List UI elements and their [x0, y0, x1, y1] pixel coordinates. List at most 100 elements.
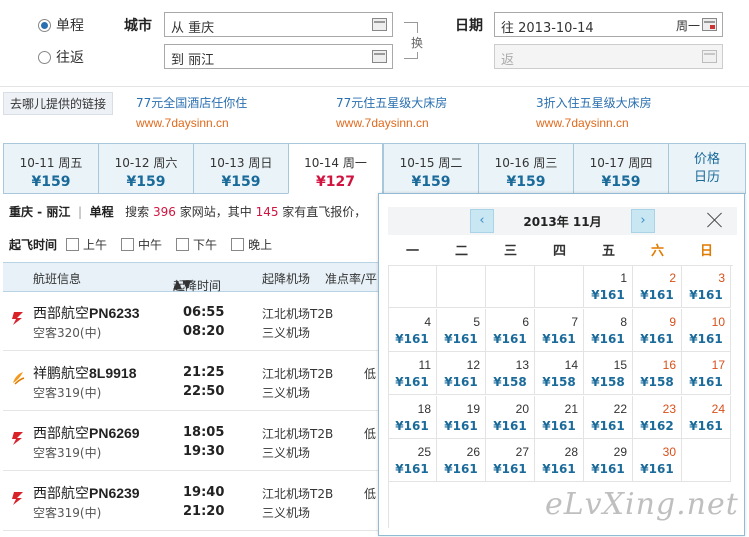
summary-text-1: 搜索	[125, 205, 150, 219]
calendar-day[interactable]: 12 ¥161	[437, 352, 486, 396]
city-list-icon[interactable]	[372, 18, 387, 31]
date-tab[interactable]: 10-12 周六 ¥159	[98, 143, 193, 194]
checkbox[interactable]	[176, 238, 190, 251]
swap-button[interactable]: 换	[410, 33, 425, 52]
day-number: 8	[620, 314, 627, 329]
day-number: 4	[424, 314, 431, 329]
calendar-day[interactable]: 13 ¥158	[486, 352, 535, 396]
to-city-input[interactable]: 到 丽江	[164, 44, 393, 69]
roundtrip-radio[interactable]	[38, 50, 51, 64]
day-number: 2	[669, 271, 676, 285]
calendar-icon[interactable]	[702, 50, 717, 63]
day-number: 18	[417, 401, 431, 416]
calendar-day[interactable]: 30 ¥161	[633, 439, 682, 483]
close-icon[interactable]	[707, 212, 723, 228]
calendar-day[interactable]: 5 ¥161	[437, 308, 486, 352]
direct-count: 145	[255, 205, 279, 219]
date-tab[interactable]: 10-15 周二 ¥159	[383, 143, 478, 194]
calendar-day[interactable]: 1 ¥161	[584, 265, 633, 308]
calendar-day[interactable]: 16 ¥158	[633, 352, 682, 396]
tab-date: 10-17 周四	[589, 156, 653, 170]
from-city-input[interactable]: 从 重庆	[164, 12, 393, 37]
depart-time: 19:40	[183, 485, 225, 500]
price-calendar-tab[interactable]: 价格 日历	[668, 143, 746, 194]
next-month-button[interactable]: ›	[631, 209, 655, 233]
return-date-input[interactable]: 返	[494, 44, 723, 69]
checkbox[interactable]	[231, 238, 245, 251]
day-number: 10	[711, 314, 725, 329]
flight-name[interactable]: 西部航空PN6269	[33, 423, 140, 443]
checkbox[interactable]	[66, 238, 80, 251]
tab-price: ¥159	[221, 174, 261, 190]
filter-noon[interactable]: 中午	[121, 236, 162, 253]
ad-link-2[interactable]: 77元住五星级大床房 www.7daysinn.cn	[336, 94, 447, 130]
day-price: ¥161	[640, 331, 674, 346]
depart-date-input[interactable]: 往 2013-10-14 周一	[494, 12, 723, 37]
city-list-icon[interactable]	[372, 50, 387, 63]
day-price: ¥162	[640, 418, 674, 433]
calendar-day[interactable]: 4 ¥161	[388, 308, 437, 352]
flight-name[interactable]: 祥鹏航空8L9918	[33, 363, 136, 383]
roundtrip-option[interactable]: 往返	[38, 47, 84, 67]
day-price: ¥158	[591, 375, 625, 390]
date-tab[interactable]: 10-13 周日 ¥159	[193, 143, 288, 194]
filter-evening[interactable]: 晚上	[231, 236, 272, 253]
calendar-icon[interactable]	[702, 18, 717, 31]
arrive-time: 08:20	[183, 324, 225, 339]
flight-name[interactable]: 西部航空PN6233	[33, 303, 140, 323]
calendar-day[interactable]: 20 ¥161	[486, 395, 535, 439]
calendar-day[interactable]: 10 ¥161	[682, 308, 731, 352]
oneway-label: 单程	[56, 18, 84, 34]
date-tab[interactable]: 10-11 周五 ¥159	[3, 143, 98, 194]
col-ontime-rate[interactable]: 准点率/平	[325, 270, 377, 287]
calendar-day[interactable]: 3 ¥161	[682, 265, 731, 308]
calendar-day[interactable]: 17 ¥161	[682, 352, 731, 396]
day-number: 17	[711, 358, 725, 373]
flight-name[interactable]: 西部航空PN6239	[33, 483, 140, 503]
flight-row[interactable]: 祥鹏航空8L9918 空客319(中) 21:25 22:50 江北机场T2B …	[3, 352, 383, 411]
calendar-day[interactable]: 19 ¥161	[437, 395, 486, 439]
calendar-day[interactable]: 21 ¥161	[535, 395, 584, 439]
flight-row[interactable]: 西部航空PN6239 空客319(中) 19:40 21:20 江北机场T2B …	[3, 472, 383, 531]
to-city-value: 到 丽江	[171, 53, 215, 68]
tab-price: ¥159	[31, 174, 71, 190]
date-tab[interactable]: 10-16 周三 ¥159	[478, 143, 573, 194]
oneway-radio[interactable]	[38, 18, 51, 32]
calendar-day[interactable]: 24 ¥161	[682, 395, 731, 439]
checkbox[interactable]	[121, 238, 135, 251]
weekday-header: 六	[650, 244, 664, 259]
calendar-day[interactable]: 27 ¥161	[486, 439, 535, 483]
calendar-day[interactable]: 28 ¥161	[535, 439, 584, 483]
calendar-day[interactable]: 18 ¥161	[388, 395, 437, 439]
calendar-day[interactable]: 11 ¥161	[388, 352, 437, 396]
oneway-option[interactable]: 单程	[38, 15, 84, 35]
calendar-day[interactable]: 15 ¥158	[584, 352, 633, 396]
calendar-day[interactable]: 29 ¥161	[584, 439, 633, 483]
flight-row[interactable]: 西部航空PN6233 空客320(中) 06:55 08:20 江北机场T2B …	[3, 292, 383, 351]
row-extra: 低	[364, 427, 377, 441]
calendar-day[interactable]: 2 ¥161	[633, 265, 682, 308]
date-tab-selected[interactable]: 10-14 周一 ¥127	[288, 143, 383, 194]
date-tab[interactable]: 10-17 周四 ¥159	[573, 143, 668, 194]
day-price: ¥161	[542, 418, 576, 433]
flight-code: 8L9918	[89, 365, 137, 381]
west-air-logo-icon	[12, 312, 23, 325]
day-price: ¥161	[542, 462, 576, 477]
filter-morning[interactable]: 上午	[66, 236, 107, 253]
calendar-day[interactable]: 14 ¥158	[535, 352, 584, 396]
tab-date: 10-13 周日	[209, 156, 273, 170]
filter-afternoon[interactable]: 下午	[176, 236, 217, 253]
ad-link-3[interactable]: 3折入住五星级大床房 www.7daysinn.cn	[536, 94, 652, 130]
calendar-day[interactable]: 23 ¥162	[633, 395, 682, 439]
calendar-day[interactable]: 26 ¥161	[437, 439, 486, 483]
calendar-day[interactable]: 8 ¥161	[584, 308, 633, 352]
calendar-day[interactable]: 22 ¥161	[584, 395, 633, 439]
calendar-day[interactable]: 25 ¥161	[388, 439, 437, 483]
day-number: 23	[662, 401, 676, 416]
flight-row[interactable]: 西部航空PN6269 空客319(中) 18:05 19:30 江北机场T2B …	[3, 412, 383, 471]
calendar-day[interactable]: 9 ¥161	[633, 308, 682, 352]
calendar-day[interactable]: 6 ¥161	[486, 308, 535, 352]
ad-link-1[interactable]: 77元全国酒店任你住 www.7daysinn.cn	[136, 94, 247, 130]
day-price: ¥161	[689, 288, 723, 302]
calendar-day[interactable]: 7 ¥161	[535, 308, 584, 352]
